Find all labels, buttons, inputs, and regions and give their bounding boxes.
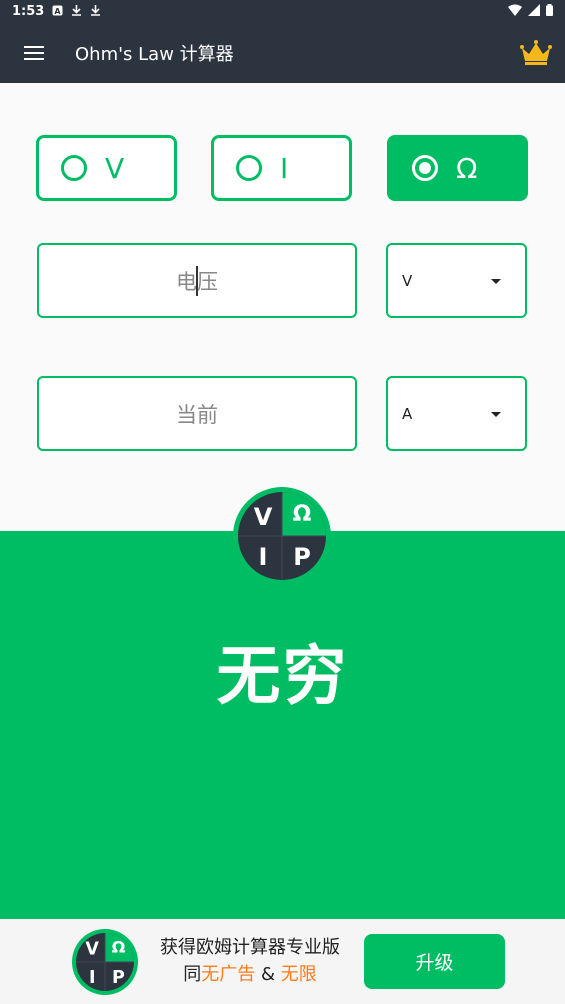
promo-headline: 无穷 [216, 640, 349, 714]
notification-a-icon: A [52, 5, 63, 18]
vip-logo-i: I [89, 968, 96, 988]
current-placeholder: 当前 [176, 402, 218, 427]
option-current[interactable]: I [211, 135, 352, 201]
radio-icon [236, 155, 262, 181]
upgrade-button-label: 升级 [415, 952, 454, 974]
upgrade-promo-text: 获得欧姆计算器专业版 同无广告 & 无限 [145, 934, 355, 988]
signal-icon [528, 4, 540, 18]
option-label: V [105, 151, 125, 185]
battery-icon [546, 4, 553, 18]
vip-logo-i: I [259, 543, 268, 571]
hamburger-menu-icon [24, 45, 44, 60]
text-caret [196, 265, 198, 296]
download-icon [71, 4, 82, 18]
upgrade-button[interactable]: 升级 [364, 934, 505, 989]
vip-logo-v: V [85, 940, 99, 960]
dropdown-arrow-icon [491, 279, 501, 284]
promo-panel [0, 531, 565, 919]
voltage-unit-select[interactable]: V [386, 243, 527, 318]
vip-logo-v: V [254, 503, 273, 531]
option-resistance[interactable]: Ω [387, 135, 528, 201]
menu-button[interactable] [0, 22, 68, 83]
current-input[interactable]: 当前 [37, 376, 357, 451]
current-unit-select[interactable]: A [386, 376, 527, 451]
dropdown-arrow-icon [491, 412, 501, 417]
download-icon [90, 4, 101, 18]
promo-line-2: 同无广告 & 无限 [145, 961, 355, 988]
status-bar: 1:53 A [0, 0, 565, 22]
option-label: Ω [456, 151, 478, 185]
promo-no-ads: 无广告 [201, 964, 256, 985]
radio-icon [61, 155, 87, 181]
current-unit-value: A [402, 404, 413, 423]
app-title: Ohm's Law 计算器 [75, 43, 234, 65]
promo-line-2-prefix: 同 [183, 964, 202, 985]
status-time: 1:53 [12, 3, 45, 19]
crown-icon [520, 39, 552, 65]
promo-ampersand: & [260, 964, 276, 985]
premium-crown-button[interactable] [507, 22, 565, 83]
option-voltage[interactable]: V [36, 135, 177, 201]
radio-selected-icon [412, 155, 438, 181]
voltage-input[interactable]: 电压 [37, 243, 357, 318]
vip-logo-icon: V Ω I P [233, 487, 331, 585]
promo-unlimited: 无限 [280, 964, 317, 985]
vip-logo-p: P [112, 968, 125, 988]
vip-logo-omega: Ω [293, 502, 312, 527]
app-bar: Ohm's Law 计算器 [0, 22, 565, 83]
option-label: I [280, 151, 289, 185]
vip-logo-p: P [293, 543, 311, 571]
vip-logo-icon: V Ω I P [72, 929, 138, 995]
vip-logo-omega: Ω [112, 938, 126, 957]
voltage-unit-value: V [402, 271, 413, 290]
promo-line-1: 获得欧姆计算器专业版 [160, 937, 340, 958]
svg-text:A: A [55, 7, 62, 16]
wifi-icon [508, 4, 522, 18]
